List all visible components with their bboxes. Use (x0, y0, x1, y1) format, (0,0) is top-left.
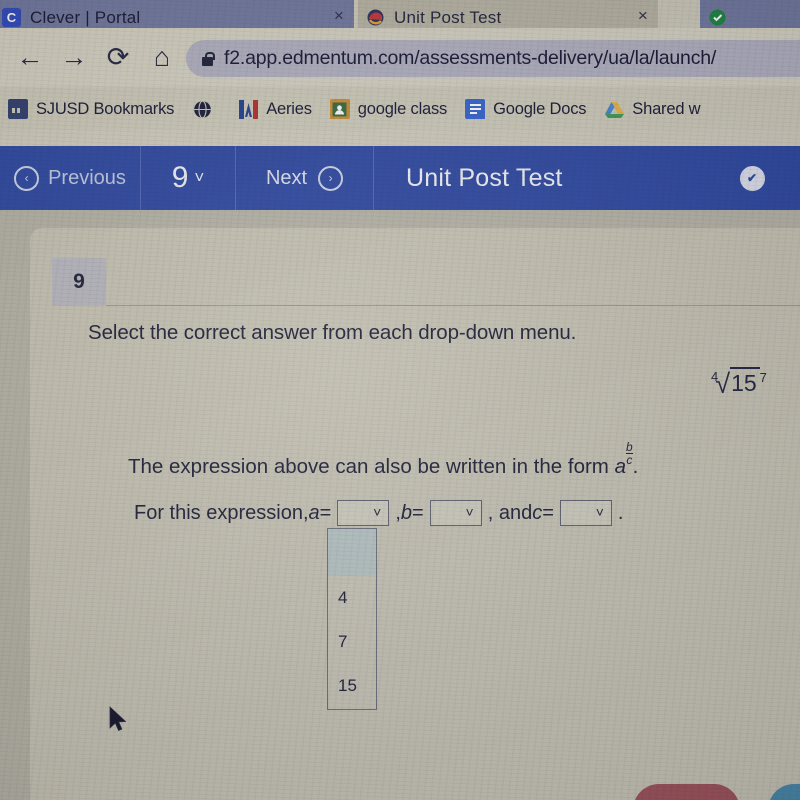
question-card: 9 Select the correct answer from each dr… (30, 228, 800, 800)
bookmarks-bar: SJUSD Bookmarks Aeries google class Goog… (0, 88, 800, 130)
select-b[interactable]: ˅ (429, 500, 482, 526)
photographed-screen: C Clever | Portal × Unit Post Test × ← →… (0, 0, 800, 800)
chevron-down-icon: ˅ (595, 504, 604, 520)
select-c[interactable]: ˅ (559, 500, 612, 526)
assessment-nav-bar: ‹ Previous 9 ˅ Next › Unit Post Test ✔ (0, 146, 800, 210)
back-icon[interactable]: ← (8, 35, 52, 79)
bookmark-label: google class (357, 99, 448, 118)
dropdown-option-blank[interactable] (328, 529, 376, 576)
bookmark-sjusd-bookmarks[interactable]: SJUSD Bookmarks (8, 99, 174, 119)
previous-button[interactable]: ‹ Previous (0, 146, 140, 210)
equals-a: = (319, 501, 332, 524)
reload-icon[interactable]: ⟳ (96, 35, 140, 79)
variable-b-label: b (400, 501, 413, 524)
tab-title: Clever | Portal (30, 8, 141, 27)
separator-c: , and (487, 501, 533, 524)
next-label: Next (265, 166, 308, 189)
mouse-pointer-icon (108, 706, 130, 734)
chevron-down-icon: ˅ (465, 504, 474, 520)
check-circle-icon: ✔ (739, 165, 765, 191)
google-docs-icon (465, 99, 486, 119)
tab-title: Unit Post Test (394, 8, 502, 27)
answer-prefix: For this expression, (134, 501, 309, 524)
review-check-button[interactable]: ✔ (722, 146, 782, 210)
green-circle-icon (708, 8, 727, 27)
fraction-numerator: b (625, 440, 633, 454)
period: . (617, 501, 624, 524)
next-nav-button[interactable]: Next › (236, 146, 374, 210)
assessment-title: Unit Post Test (406, 163, 563, 192)
next-button[interactable]: Next (768, 784, 800, 800)
aeries-icon (238, 99, 258, 119)
radicand: 15 (730, 367, 760, 396)
bookmark-globe[interactable] (192, 99, 220, 119)
variable-c-label: c (532, 501, 543, 524)
select-a[interactable]: ˅ (337, 500, 390, 526)
reset-button[interactable]: Reset (633, 784, 740, 800)
lock-icon (202, 51, 215, 66)
radical-symbol: √ (715, 369, 731, 399)
clever-c-icon: C (2, 8, 21, 27)
statement-base: a (614, 454, 626, 478)
exponent: 7 (759, 370, 767, 385)
chevron-down-icon: ˅ (373, 504, 382, 520)
answer-line: For this expression, a = ˅, b = ˅, and c… (134, 500, 623, 526)
question-number: 9 (171, 161, 189, 194)
address-bar[interactable]: f2.app.edmentum.com/assessments-delivery… (186, 40, 800, 77)
bookmark-google-class[interactable]: google class (329, 99, 448, 119)
globe-icon (192, 99, 212, 119)
url-text: f2.app.edmentum.com/assessments-delivery… (224, 47, 717, 69)
bookmark-aeries[interactable]: Aeries (238, 99, 312, 119)
fraction-denominator: c (625, 453, 633, 468)
variable-a-label: a (308, 501, 320, 524)
arrow-right-circle-icon: › (318, 165, 344, 191)
dropdown-option-7[interactable]: 7 (328, 620, 376, 664)
google-drive-icon (604, 99, 624, 119)
bookmark-google-docs[interactable]: Google Docs (465, 99, 586, 119)
edmentum-icon (366, 8, 385, 27)
bookmark-shared-with-me[interactable]: Shared w (604, 99, 701, 119)
dropdown-option-15[interactable]: 15 (328, 664, 376, 708)
close-icon[interactable]: × (638, 6, 648, 26)
bookmark-label: SJUSD Bookmarks (36, 99, 175, 118)
bookmark-label: Aeries (266, 99, 312, 118)
select-a-dropdown-list[interactable]: 4 7 15 (327, 528, 377, 710)
forward-icon[interactable]: → (52, 35, 96, 79)
instruction-text: Select the correct answer from each drop… (88, 321, 577, 344)
statement-suffix: . (632, 454, 639, 478)
question-selector[interactable]: 9 ˅ (140, 146, 236, 210)
math-expression-radical: 4√15 7 (708, 367, 767, 399)
arrow-left-circle-icon: ‹ (14, 165, 40, 191)
dropdown-option-4[interactable]: 4 (328, 576, 376, 620)
close-icon[interactable]: × (334, 6, 344, 26)
previous-label: Previous (48, 166, 126, 189)
home-icon[interactable]: ⌂ (140, 35, 184, 79)
bookmark-label: Shared w (632, 99, 701, 118)
equals-b: = (412, 501, 424, 524)
statement-line: The expression above can also be written… (128, 440, 639, 479)
bookmark-label: Google Docs (493, 99, 587, 118)
statement-prefix: The expression above can also be written… (128, 454, 615, 478)
statement-fraction: bc (625, 440, 633, 468)
google-classroom-icon (329, 99, 350, 119)
chevron-down-icon: ˅ (194, 168, 205, 187)
folder-icon (8, 99, 28, 119)
equals-c: = (542, 501, 554, 524)
header-divider (106, 305, 800, 306)
question-number-badge: 9 (52, 258, 106, 306)
